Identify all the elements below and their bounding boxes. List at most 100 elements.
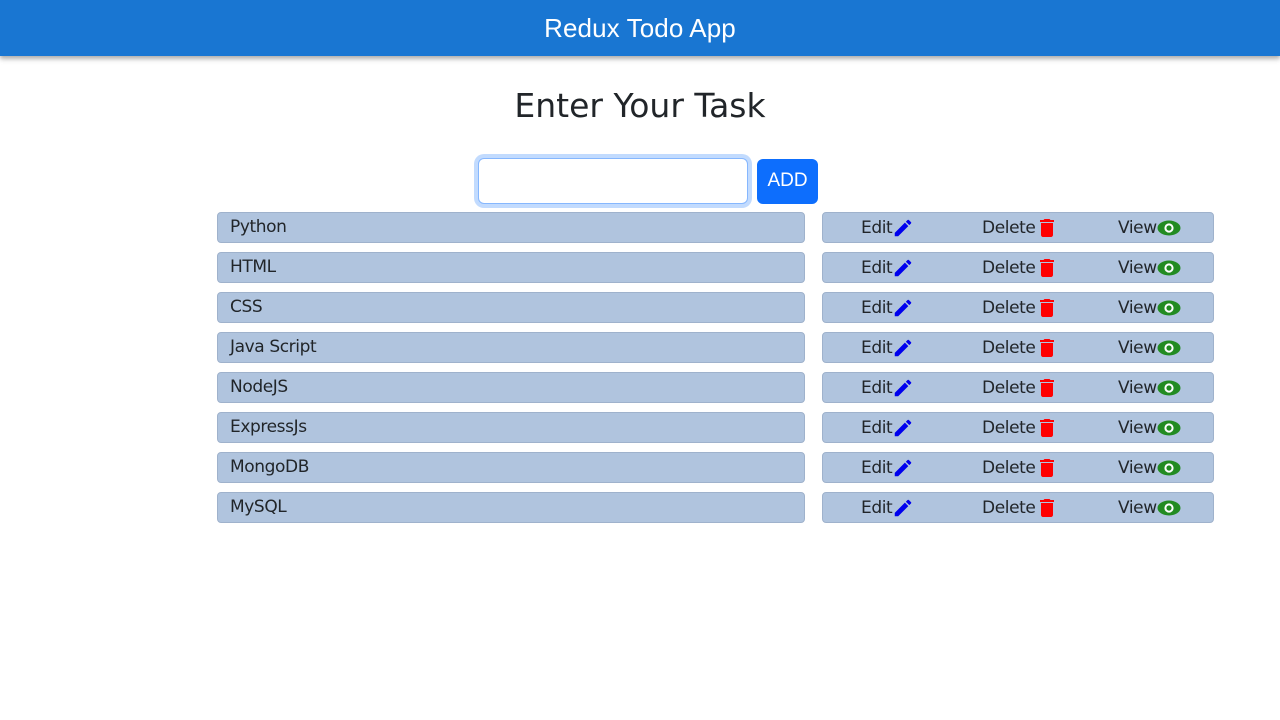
view-label: View <box>1118 417 1157 438</box>
view-label: View <box>1118 217 1157 238</box>
task-actions: Edit Delete View <box>822 412 1214 443</box>
pencil-icon[interactable] <box>892 497 914 519</box>
pencil-icon[interactable] <box>892 257 914 279</box>
task-actions: Edit Delete View <box>822 332 1214 363</box>
eye-icon[interactable] <box>1157 260 1181 276</box>
trash-icon[interactable] <box>1035 216 1059 240</box>
view-label: View <box>1118 337 1157 358</box>
edit-label: Edit <box>861 417 893 438</box>
task-row: ExpressJs Edit Delete View <box>217 412 1214 443</box>
eye-icon[interactable] <box>1157 300 1181 316</box>
pencil-icon[interactable] <box>892 217 914 239</box>
view-label: View <box>1118 297 1157 318</box>
trash-icon[interactable] <box>1035 336 1059 360</box>
view-button[interactable]: View <box>1118 293 1181 322</box>
eye-icon[interactable] <box>1157 420 1181 436</box>
task-name: NodeJS <box>217 372 805 403</box>
edit-button[interactable]: Edit <box>861 293 914 322</box>
delete-label: Delete <box>982 297 1036 318</box>
task-row: MongoDB Edit Delete View <box>217 452 1214 483</box>
delete-button[interactable]: Delete <box>982 373 1059 402</box>
task-list: Python Edit Delete View HTML Edit Delete… <box>217 212 1214 532</box>
view-label: View <box>1118 497 1157 518</box>
view-button[interactable]: View <box>1118 373 1181 402</box>
edit-button[interactable]: Edit <box>861 213 914 242</box>
task-input-row: ADD <box>476 158 818 204</box>
eye-icon[interactable] <box>1157 460 1181 476</box>
task-row: Java Script Edit Delete View <box>217 332 1214 363</box>
delete-label: Delete <box>982 497 1036 518</box>
task-name: MySQL <box>217 492 805 523</box>
task-row: HTML Edit Delete View <box>217 252 1214 283</box>
delete-button[interactable]: Delete <box>982 253 1059 282</box>
edit-label: Edit <box>861 497 893 518</box>
view-label: View <box>1118 457 1157 478</box>
task-name: Java Script <box>217 332 805 363</box>
delete-button[interactable]: Delete <box>982 453 1059 482</box>
delete-button[interactable]: Delete <box>982 333 1059 362</box>
edit-button[interactable]: Edit <box>861 373 914 402</box>
view-label: View <box>1118 377 1157 398</box>
edit-label: Edit <box>861 457 893 478</box>
page-heading: Enter Your Task <box>514 86 766 125</box>
pencil-icon[interactable] <box>892 337 914 359</box>
delete-label: Delete <box>982 257 1036 278</box>
edit-button[interactable]: Edit <box>861 413 914 442</box>
task-row: Python Edit Delete View <box>217 212 1214 243</box>
add-button[interactable]: ADD <box>757 158 818 204</box>
edit-label: Edit <box>861 257 893 278</box>
eye-icon[interactable] <box>1157 500 1181 516</box>
delete-button[interactable]: Delete <box>982 293 1059 322</box>
trash-icon[interactable] <box>1035 456 1059 480</box>
view-button[interactable]: View <box>1118 253 1181 282</box>
task-name: CSS <box>217 292 805 323</box>
eye-icon[interactable] <box>1157 220 1181 236</box>
pencil-icon[interactable] <box>892 457 914 479</box>
view-label: View <box>1118 257 1157 278</box>
task-row: NodeJS Edit Delete View <box>217 372 1214 403</box>
delete-label: Delete <box>982 377 1036 398</box>
pencil-icon[interactable] <box>892 417 914 439</box>
task-actions: Edit Delete View <box>822 252 1214 283</box>
task-actions: Edit Delete View <box>822 372 1214 403</box>
view-button[interactable]: View <box>1118 493 1181 522</box>
task-row: MySQL Edit Delete View <box>217 492 1214 523</box>
task-actions: Edit Delete View <box>822 492 1214 523</box>
trash-icon[interactable] <box>1035 416 1059 440</box>
task-actions: Edit Delete View <box>822 452 1214 483</box>
eye-icon[interactable] <box>1157 340 1181 356</box>
trash-icon[interactable] <box>1035 296 1059 320</box>
trash-icon[interactable] <box>1035 376 1059 400</box>
edit-label: Edit <box>861 217 893 238</box>
edit-button[interactable]: Edit <box>861 493 914 522</box>
view-button[interactable]: View <box>1118 413 1181 442</box>
delete-label: Delete <box>982 417 1036 438</box>
delete-button[interactable]: Delete <box>982 493 1059 522</box>
edit-label: Edit <box>861 297 893 318</box>
view-button[interactable]: View <box>1118 333 1181 362</box>
task-input[interactable] <box>478 158 748 204</box>
app-title: Redux Todo App <box>544 12 736 43</box>
view-button[interactable]: View <box>1118 213 1181 242</box>
eye-icon[interactable] <box>1157 380 1181 396</box>
task-row: CSS Edit Delete View <box>217 292 1214 323</box>
trash-icon[interactable] <box>1035 256 1059 280</box>
edit-button[interactable]: Edit <box>861 453 914 482</box>
delete-label: Delete <box>982 457 1036 478</box>
task-name: MongoDB <box>217 452 805 483</box>
task-name: ExpressJs <box>217 412 805 443</box>
view-button[interactable]: View <box>1118 453 1181 482</box>
delete-label: Delete <box>982 337 1036 358</box>
app-bar: Redux Todo App <box>0 0 1280 56</box>
task-actions: Edit Delete View <box>822 292 1214 323</box>
delete-label: Delete <box>982 217 1036 238</box>
delete-button[interactable]: Delete <box>982 413 1059 442</box>
edit-button[interactable]: Edit <box>861 253 914 282</box>
pencil-icon[interactable] <box>892 297 914 319</box>
trash-icon[interactable] <box>1035 496 1059 520</box>
task-name: Python <box>217 212 805 243</box>
delete-button[interactable]: Delete <box>982 213 1059 242</box>
edit-button[interactable]: Edit <box>861 333 914 362</box>
task-actions: Edit Delete View <box>822 212 1214 243</box>
pencil-icon[interactable] <box>892 377 914 399</box>
